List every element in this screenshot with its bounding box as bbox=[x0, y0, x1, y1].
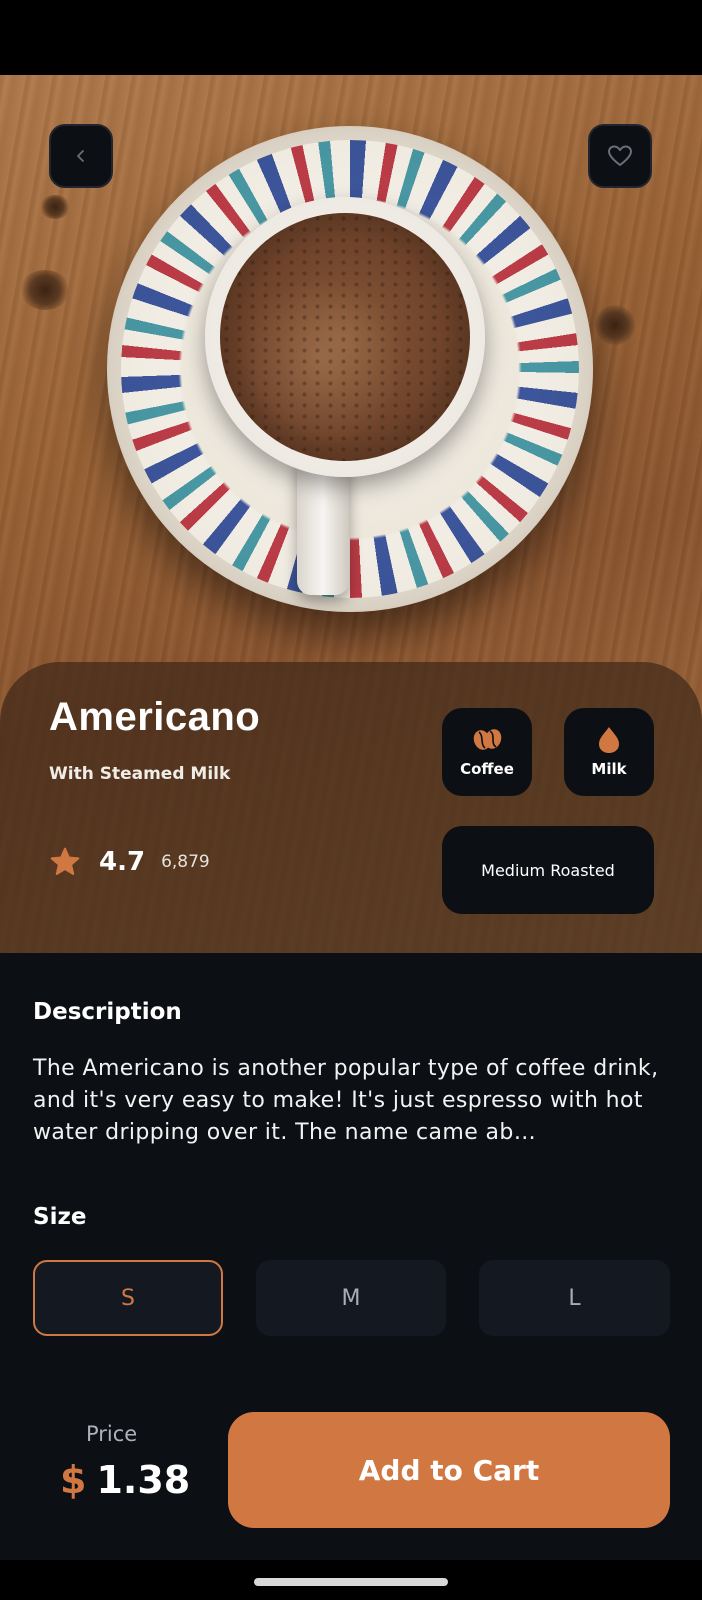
home-indicator[interactable] bbox=[254, 1578, 448, 1586]
coffee-beans-icon bbox=[473, 729, 502, 750]
wood-knot bbox=[595, 305, 635, 345]
chevron-left-icon bbox=[77, 150, 84, 162]
description-title: Description bbox=[33, 999, 182, 1025]
product-subtitle: With Steamed Milk bbox=[49, 764, 231, 784]
rating-count: 6,879 bbox=[161, 852, 210, 872]
wood-knot bbox=[40, 195, 70, 219]
product-details: Description The Americano is another pop… bbox=[0, 953, 702, 1560]
price-amount: 1.38 bbox=[96, 1458, 191, 1502]
wood-knot bbox=[20, 270, 70, 310]
price-value: $1.38 bbox=[60, 1458, 190, 1502]
size-option-s[interactable]: S bbox=[33, 1260, 223, 1336]
description-text[interactable]: The Americano is another popular type of… bbox=[33, 1053, 673, 1149]
milk-chip-label: Milk bbox=[591, 760, 627, 778]
back-button[interactable] bbox=[49, 124, 113, 188]
star-icon bbox=[50, 847, 80, 875]
price-currency: $ bbox=[60, 1458, 87, 1502]
coffee-chip: Coffee bbox=[442, 708, 532, 796]
milk-drop-icon bbox=[599, 727, 619, 753]
heart-icon bbox=[608, 145, 632, 166]
roast-chip-label: Medium Roasted bbox=[481, 860, 615, 880]
coffee-chip-label: Coffee bbox=[460, 760, 514, 778]
size-option-l[interactable]: L bbox=[479, 1260, 670, 1336]
milk-chip: Milk bbox=[564, 708, 654, 796]
product-info-panel: Americano With Steamed Milk 4.7 6,879 Co… bbox=[0, 662, 702, 953]
add-to-cart-button[interactable]: Add to Cart bbox=[228, 1412, 670, 1528]
rating-value: 4.7 bbox=[99, 847, 146, 877]
roast-chip: Medium Roasted bbox=[442, 826, 654, 914]
product-hero-image: Americano With Steamed Milk 4.7 6,879 Co… bbox=[0, 75, 702, 953]
size-option-m[interactable]: M bbox=[256, 1260, 446, 1336]
price-label: Price bbox=[86, 1422, 138, 1446]
size-title: Size bbox=[33, 1204, 87, 1230]
favorite-button[interactable] bbox=[588, 124, 652, 188]
coffee-foam bbox=[220, 213, 470, 461]
rating: 4.7 6,879 bbox=[49, 846, 210, 878]
status-bar bbox=[0, 0, 702, 75]
product-name: Americano bbox=[49, 695, 261, 739]
